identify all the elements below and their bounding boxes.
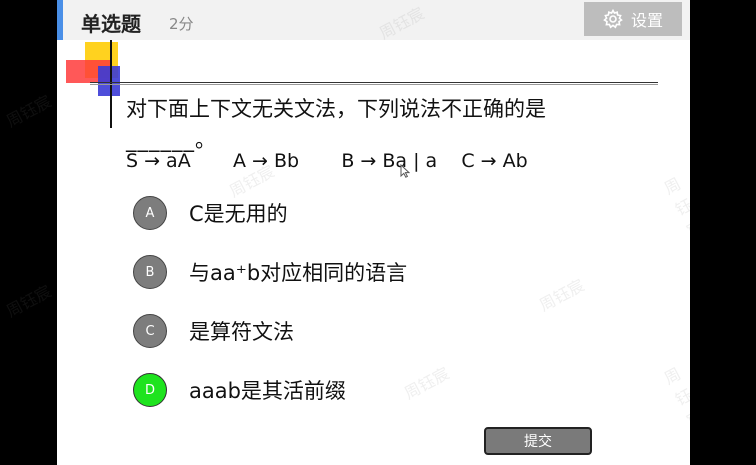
question-type-label: 单选题 <box>81 12 141 36</box>
grammar-rules: S → aA A → Bb B → Ba | a C → Ab <box>126 150 528 172</box>
watermark-text: 周钰宸 <box>660 173 690 241</box>
option-d-text: aaab是其活前缀 <box>189 379 346 403</box>
question-header: 单选题 2分 设置 <box>57 0 690 40</box>
watermark-text: 周钰宸 <box>3 91 55 131</box>
option-b[interactable]: B 与aa⁺b对应相同的语言 <box>133 254 613 290</box>
option-c[interactable]: C 是算符文法 <box>133 313 613 349</box>
question-stem: 对下面上下文无关文法，下列说法不正确的是 <box>126 97 546 121</box>
option-b-radio[interactable]: B <box>133 255 167 289</box>
option-a-radio[interactable]: A <box>133 196 167 230</box>
decor-horizontal-line <box>90 82 658 83</box>
option-c-radio[interactable]: C <box>133 314 167 348</box>
watermark-text: 周钰宸 <box>3 281 55 321</box>
gear-icon <box>603 9 623 29</box>
option-d-radio[interactable]: D <box>133 373 167 407</box>
app-frame: 单选题 2分 设置 对下面上下文无关文法，下列说法不正确的是 ______。 S… <box>0 0 756 465</box>
option-a-text: C是无用的 <box>189 202 288 226</box>
question-score: 2分 <box>169 15 194 33</box>
option-d[interactable]: D aaab是其活前缀 <box>133 372 613 408</box>
settings-label: 设置 <box>630 11 663 30</box>
option-c-text: 是算符文法 <box>189 320 294 344</box>
watermark-text: 周钰宸 <box>660 363 690 431</box>
decor-horizontal-line-shadow <box>90 84 658 85</box>
question-panel: 单选题 2分 设置 对下面上下文无关文法，下列说法不正确的是 ______。 S… <box>57 0 690 465</box>
settings-button[interactable]: 设置 <box>584 2 682 36</box>
option-a[interactable]: A C是无用的 <box>133 195 613 231</box>
option-b-text: 与aa⁺b对应相同的语言 <box>189 261 408 285</box>
header-accent-bar <box>57 0 63 40</box>
mouse-cursor-icon <box>400 163 411 182</box>
submit-button[interactable]: 提交 <box>484 427 592 455</box>
decor-blue-block <box>98 66 120 96</box>
